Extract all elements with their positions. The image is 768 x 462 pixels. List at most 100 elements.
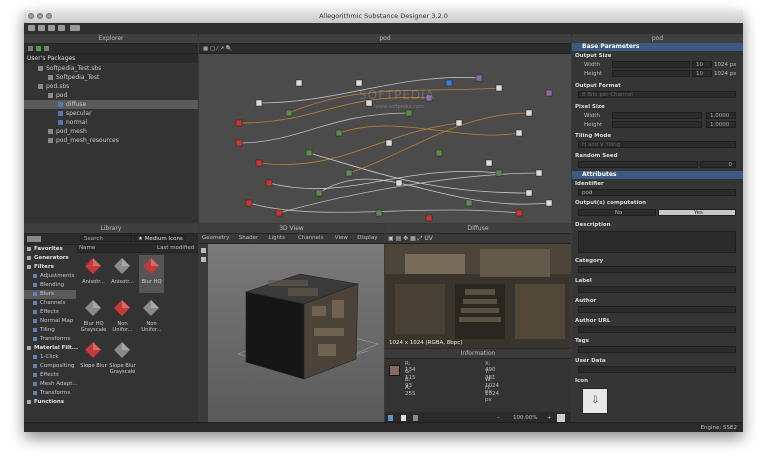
label-field[interactable] xyxy=(578,286,736,293)
explorer-item[interactable]: normal xyxy=(24,118,198,127)
graph-node[interactable] xyxy=(285,109,293,117)
graph-node[interactable] xyxy=(245,199,253,207)
graph-node[interactable] xyxy=(535,169,543,177)
library-category[interactable]: 1-Click xyxy=(24,353,76,362)
channel-view-icon[interactable] xyxy=(413,415,418,421)
library-tile[interactable]: Blur HQ xyxy=(139,255,164,293)
graph-node[interactable] xyxy=(255,99,263,107)
library-category[interactable]: Functions xyxy=(24,398,76,407)
3d-menu-item[interactable]: Lights xyxy=(268,235,285,241)
graph-node[interactable] xyxy=(315,189,323,197)
explorer-item[interactable]: diffuse xyxy=(24,100,198,109)
3d-menu-item[interactable]: Channels xyxy=(298,235,323,241)
explorer-item[interactable]: pod.sbs xyxy=(24,82,198,91)
graph-node[interactable] xyxy=(525,189,533,197)
pixel-height-slider[interactable] xyxy=(612,121,702,128)
pixel-height-value[interactable]: 1.0000 xyxy=(706,121,736,128)
graph-node[interactable] xyxy=(405,109,413,117)
new-icon[interactable] xyxy=(28,25,35,31)
undo-icon[interactable] xyxy=(70,25,80,31)
width-value[interactable]: 10 xyxy=(692,61,712,68)
graph-node[interactable] xyxy=(475,74,483,82)
base-parameters-header[interactable]: Base Parameters xyxy=(572,43,743,51)
explorer-item[interactable]: Softpedia_Test.sbs xyxy=(24,64,198,73)
library-category[interactable]: Transforms xyxy=(24,389,76,398)
graph-node[interactable] xyxy=(445,79,453,87)
library-tile[interactable]: Blur HQ Grayscale xyxy=(81,297,106,335)
library-category[interactable]: Effects xyxy=(24,308,76,317)
graph-node[interactable] xyxy=(465,199,473,207)
graph-node[interactable] xyxy=(305,149,313,157)
library-tile[interactable]: Anisotr... xyxy=(81,255,106,293)
icon-preview[interactable]: ⇩ xyxy=(582,388,608,414)
description-field[interactable] xyxy=(578,231,736,253)
add-package-icon[interactable] xyxy=(28,46,33,51)
graph-node[interactable] xyxy=(275,209,283,217)
graph-node[interactable] xyxy=(485,159,493,167)
graph-node[interactable] xyxy=(235,119,243,127)
3d-menu-item[interactable]: Geometry xyxy=(202,235,229,241)
library-category[interactable]: Adjustments xyxy=(24,272,76,281)
graph-node[interactable] xyxy=(515,129,523,137)
attributes-header[interactable]: Attributes xyxy=(572,171,743,179)
author-field[interactable] xyxy=(578,306,736,313)
tiling-mode-select[interactable]: H and V Tiling xyxy=(578,141,736,148)
library-tile[interactable]: Slope Blur xyxy=(80,339,107,377)
graph-node[interactable] xyxy=(295,79,303,87)
channel-rgb-icon[interactable] xyxy=(388,415,393,421)
node-graph-canvas[interactable] xyxy=(199,53,571,223)
library-category[interactable]: Generators xyxy=(24,254,76,263)
graph-node[interactable] xyxy=(255,159,263,167)
graph-node[interactable] xyxy=(525,109,533,117)
library-category[interactable]: Channels xyxy=(24,299,76,308)
channel-alpha-icon[interactable] xyxy=(401,415,406,421)
library-options-icon[interactable] xyxy=(27,236,41,242)
3d-menu-item[interactable]: Display xyxy=(357,235,377,241)
graph-node[interactable] xyxy=(545,199,553,207)
user-data-field[interactable] xyxy=(578,366,736,373)
3d-menu-item[interactable]: Shader xyxy=(239,235,258,241)
category-field[interactable] xyxy=(578,266,736,273)
library-tile[interactable]: Non Unifor... xyxy=(110,297,135,335)
graph-node[interactable] xyxy=(355,79,363,87)
view-mode-select[interactable]: ★ Medium Icons xyxy=(134,235,186,242)
explorer-item[interactable]: pod xyxy=(24,91,198,100)
graph-node[interactable] xyxy=(375,209,383,217)
select-tool-icon[interactable] xyxy=(201,248,206,253)
library-category[interactable]: Effects xyxy=(24,371,76,380)
graph-node[interactable] xyxy=(435,149,443,157)
graph-node[interactable] xyxy=(235,139,243,147)
column-last-modified[interactable]: Last modified xyxy=(157,245,194,251)
library-category[interactable]: Normal Map xyxy=(24,317,76,326)
zoom-out-icon[interactable]: – xyxy=(497,415,500,421)
graph-node[interactable] xyxy=(545,89,553,97)
explorer-item[interactable]: specular xyxy=(24,109,198,118)
graph-node[interactable] xyxy=(265,179,273,187)
fit-view-icon[interactable] xyxy=(557,414,565,422)
library-category[interactable]: Filters xyxy=(24,263,76,272)
graph-node[interactable] xyxy=(495,169,503,177)
library-tile[interactable]: Slope Blur Grayscale xyxy=(109,339,136,377)
settings-icon[interactable] xyxy=(44,46,49,51)
texture-preview[interactable] xyxy=(385,244,571,348)
graph-node[interactable] xyxy=(385,139,393,147)
graph-node[interactable] xyxy=(515,209,523,217)
graph-tools-icon[interactable]: ▦ ▢ ⁄ ↗ 🔍 xyxy=(203,46,233,52)
graph-node[interactable] xyxy=(455,119,463,127)
random-seed-value[interactable]: 0 xyxy=(700,161,736,168)
library-category[interactable]: Mesh Adapt... xyxy=(24,380,78,389)
graph-node[interactable] xyxy=(335,129,343,137)
explorer-item[interactable]: pod_mesh xyxy=(24,127,198,136)
library-category[interactable]: Favorites xyxy=(24,245,76,254)
height-slider[interactable] xyxy=(612,70,690,77)
no-button[interactable]: No xyxy=(578,209,656,216)
pixel-width-value[interactable]: 1.0000 xyxy=(706,112,736,119)
library-category[interactable]: Blurs xyxy=(24,290,76,299)
library-category[interactable]: Material Filt... xyxy=(24,344,78,353)
light-tool-icon[interactable] xyxy=(201,257,206,262)
library-category[interactable]: Blending xyxy=(24,281,76,290)
yes-button[interactable]: Yes xyxy=(658,209,736,216)
explorer-item[interactable]: Softpedia_Test xyxy=(24,73,198,82)
output-format-select[interactable]: 8 Bits per Channel xyxy=(578,91,736,98)
library-category[interactable]: Transforms xyxy=(24,335,76,344)
